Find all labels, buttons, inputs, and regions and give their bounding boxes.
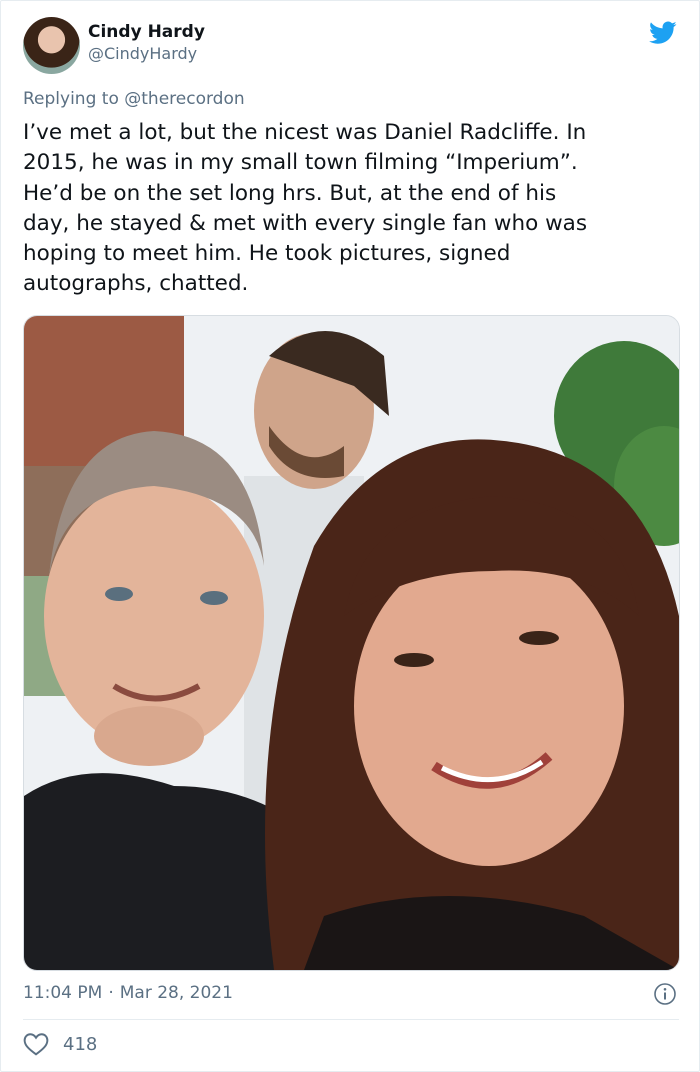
author-display-name[interactable]: Cindy Hardy — [88, 21, 205, 43]
avatar[interactable] — [23, 17, 80, 74]
twitter-bird-icon[interactable] — [649, 21, 677, 45]
reply-mention-link[interactable]: @therecordon — [124, 89, 244, 109]
timestamp[interactable]: 11:04 PM · Mar 28, 2021 — [23, 981, 233, 1005]
author-names[interactable]: Cindy Hardy @CindyHardy — [88, 21, 205, 65]
reply-prefix: Replying to — [23, 89, 119, 109]
selfie-photo — [24, 316, 679, 970]
timestamp-separator: · — [108, 983, 114, 1003]
tweet-time: 11:04 PM — [23, 983, 103, 1003]
divider — [23, 1019, 679, 1020]
info-icon[interactable] — [653, 982, 677, 1006]
reply-context: Replying to @therecordon — [23, 87, 245, 111]
like-button[interactable]: 418 — [23, 1031, 97, 1057]
tweet-card: Cindy Hardy @CindyHardy Replying to @the… — [0, 0, 700, 1072]
tweet-text: I’ve met a lot, but the nicest was Danie… — [23, 120, 588, 297]
tweet-header: Cindy Hardy @CindyHardy — [23, 17, 679, 77]
author-handle[interactable]: @CindyHardy — [88, 43, 205, 65]
like-count: 418 — [63, 1033, 98, 1055]
heart-icon — [23, 1033, 49, 1056]
tweet-photo[interactable] — [23, 315, 680, 971]
tweet-date: Mar 28, 2021 — [119, 983, 233, 1003]
